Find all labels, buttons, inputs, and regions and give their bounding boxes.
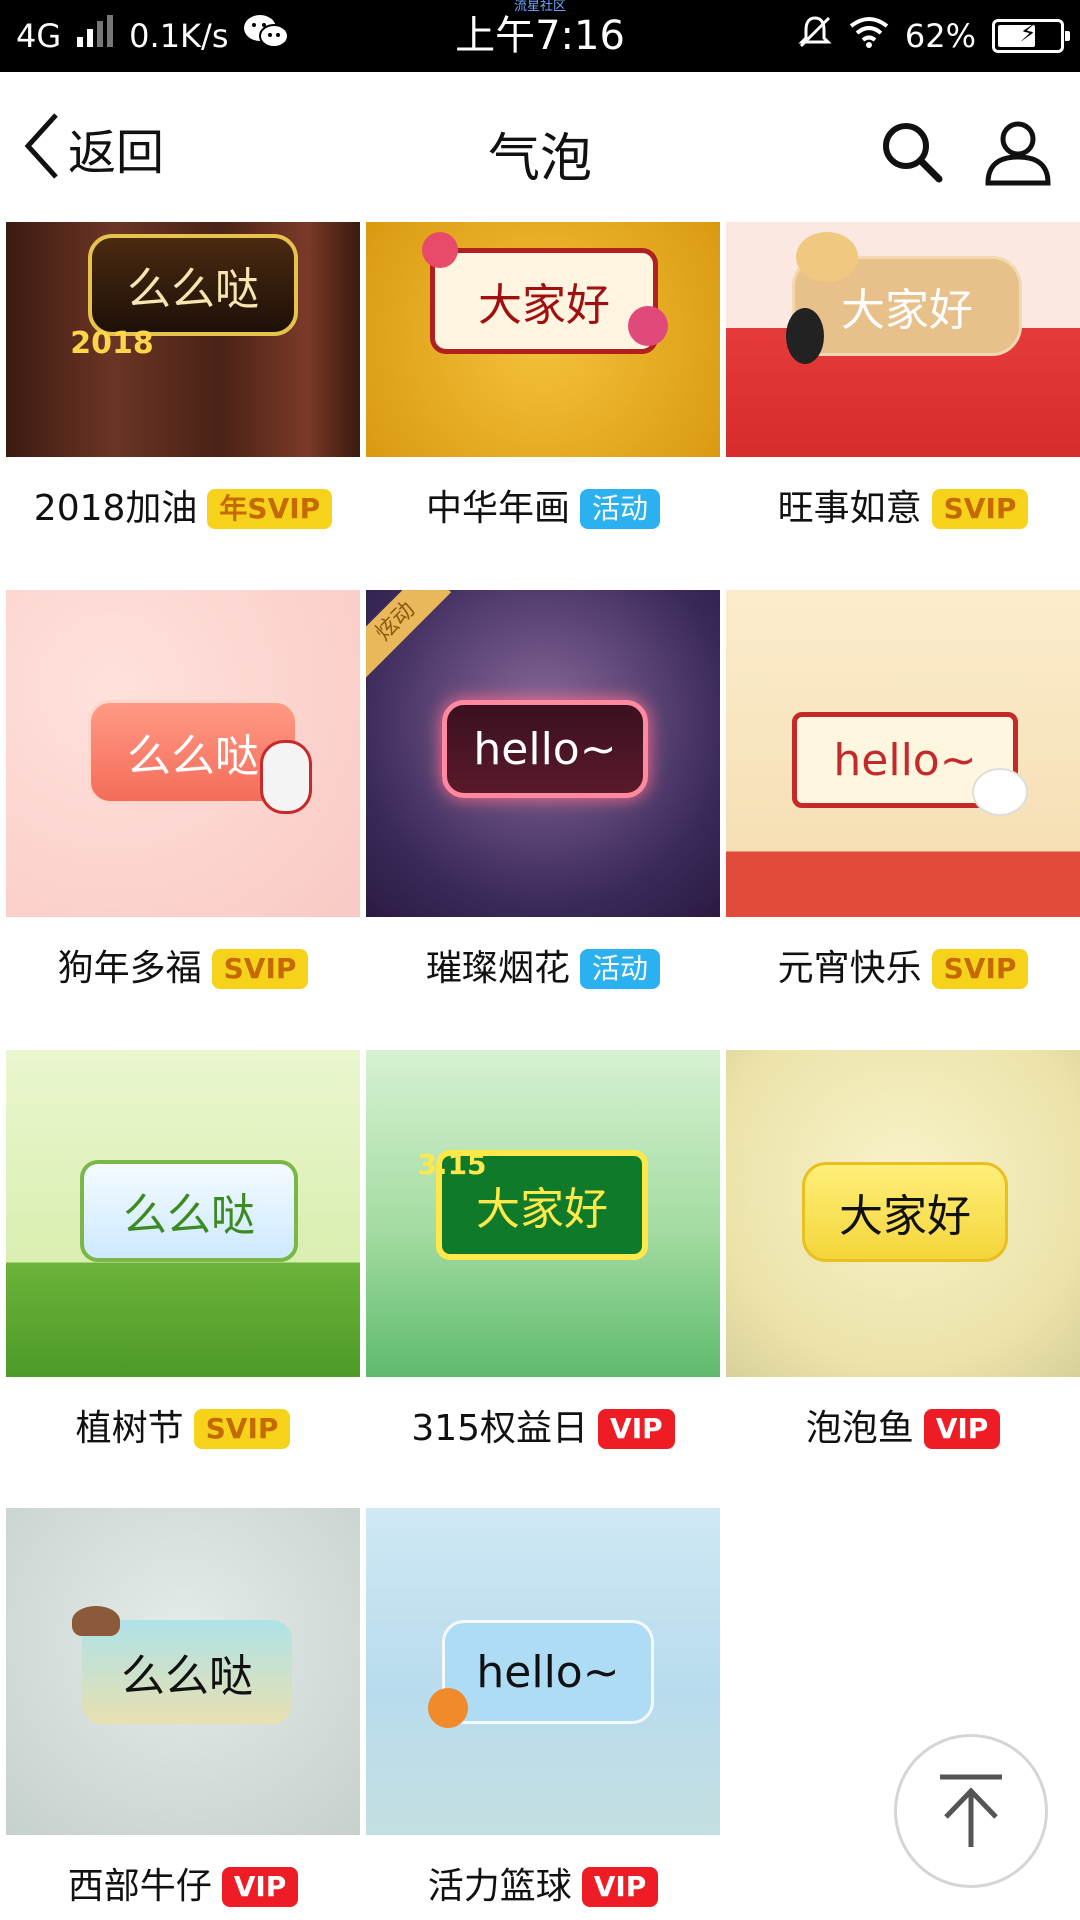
item-badge: SVIP: [211, 949, 309, 989]
bubble-thumbnail: hello~: [366, 1508, 720, 1835]
status-right: 62% ⚡: [797, 14, 1070, 58]
bubble-item[interactable]: 么么哒 植树节 SVIP: [6, 1050, 360, 1505]
bubble-thumbnail: 么么哒 2018: [6, 222, 360, 457]
item-badge: VIP: [598, 1409, 675, 1449]
item-name: 中华年画: [425, 488, 570, 529]
item-badge: SVIP: [931, 949, 1029, 989]
item-badge: SVIP: [931, 489, 1029, 529]
bubble-thumbnail: hello~: [726, 590, 1080, 917]
item-caption: 狗年多福 SVIP: [6, 917, 360, 1045]
item-caption: 元宵快乐 SVIP: [726, 917, 1080, 1045]
user-icon: [985, 121, 1051, 186]
search-icon: [883, 123, 943, 183]
bubble-preview: 么么哒: [80, 1160, 298, 1262]
bubble-thumbnail: 么么哒: [6, 590, 360, 917]
bubble-preview: 么么哒: [82, 1620, 292, 1724]
arrow-up-to-top-icon: [940, 1774, 1002, 1847]
item-name: 元宵快乐: [777, 948, 922, 989]
mute-bell-icon: [797, 14, 833, 58]
item-caption: 315权益日 VIP: [366, 1377, 720, 1505]
bubble-preview: hello~: [442, 700, 648, 798]
item-caption: 璀璨烟花 活动: [366, 917, 720, 1045]
item-name: 2018加油: [33, 488, 198, 529]
wifi-icon: [849, 16, 889, 56]
bubble-item[interactable]: 大家好 泡泡鱼 VIP: [726, 1050, 1080, 1505]
item-name: 西部牛仔: [67, 1866, 212, 1907]
bubble-item[interactable]: 大家好 3.15 315权益日 VIP: [366, 1050, 720, 1505]
penguin-decoration: [786, 308, 824, 364]
item-name: 315权益日: [411, 1408, 589, 1449]
item-badge: SVIP: [193, 1409, 291, 1449]
item-badge: VIP: [581, 1867, 659, 1907]
bubble-item[interactable]: 么么哒 西部牛仔 VIP: [6, 1508, 360, 1920]
item-caption: 西部牛仔 VIP: [6, 1835, 360, 1920]
item-name: 泡泡鱼: [805, 1408, 914, 1449]
item-badge: 年SVIP: [207, 489, 333, 529]
battery-percent: 62%: [904, 17, 976, 55]
cowboy-hat-decoration: [72, 1606, 120, 1636]
chevron-left-icon: [22, 111, 62, 185]
back-label: 返回: [68, 125, 165, 181]
item-name: 旺事如意: [777, 488, 922, 529]
date-label: 3.15: [417, 1147, 487, 1181]
bubble-item[interactable]: hello~ 活力篮球 VIP: [366, 1508, 720, 1920]
year-label: 2018: [70, 325, 154, 361]
item-name: 植树节: [75, 1408, 184, 1449]
item-badge: VIP: [221, 1867, 299, 1907]
item-name: 狗年多福: [57, 948, 202, 989]
flower-decoration: [628, 306, 668, 346]
bubble-preview: hello~: [442, 1620, 654, 1724]
back-to-top-button[interactable]: [894, 1734, 1048, 1888]
bubble-preview: 大家好: [430, 248, 658, 354]
profile-button[interactable]: [978, 112, 1058, 192]
bubble-thumbnail: 大家好: [726, 222, 1080, 457]
bubble-thumbnail: 么么哒: [6, 1050, 360, 1377]
search-button[interactable]: [872, 112, 952, 192]
bubble-preview: 大家好: [802, 1162, 1008, 1262]
battery-icon: ⚡: [992, 19, 1070, 53]
item-name: 璀璨烟花: [425, 948, 570, 989]
item-badge: VIP: [923, 1409, 1001, 1449]
item-badge: 活动: [580, 949, 661, 989]
bubble-thumbnail: 炫动 hello~: [366, 590, 720, 917]
bubble-thumbnail: 大家好: [726, 1050, 1080, 1377]
bear-decoration: [260, 740, 312, 814]
item-name: 活力篮球: [427, 1866, 572, 1907]
bubble-thumbnail: 大家好 3.15: [366, 1050, 720, 1377]
bubble-thumbnail: 么么哒: [6, 1508, 360, 1835]
item-caption: 活力篮球 VIP: [366, 1835, 720, 1920]
top-nav-bar: 返回 气泡: [0, 72, 1080, 222]
dog-decoration: [796, 232, 858, 282]
corner-tag: 炫动: [366, 590, 452, 678]
tangyuan-decoration: [972, 768, 1028, 816]
bubble-item[interactable]: hello~ 元宵快乐 SVIP: [726, 590, 1080, 1045]
flower-decoration: [422, 232, 458, 268]
basketball-decoration: [428, 1688, 468, 1728]
bubble-item[interactable]: 炫动 hello~ 璀璨烟花 活动: [366, 590, 720, 1045]
charging-bolt-icon: ⚡: [1019, 19, 1037, 47]
bubble-item[interactable]: 么么哒 狗年多福 SVIP: [6, 590, 360, 1045]
bubble-thumbnail: 大家好: [366, 222, 720, 457]
item-caption: 泡泡鱼 VIP: [726, 1377, 1080, 1505]
back-button[interactable]: 返回: [22, 108, 164, 188]
item-caption: 植树节 SVIP: [6, 1377, 360, 1505]
item-badge: 活动: [580, 489, 661, 529]
status-bar: 流星社区 4G 0.1K/s 上午7:16 62% ⚡: [0, 0, 1080, 72]
